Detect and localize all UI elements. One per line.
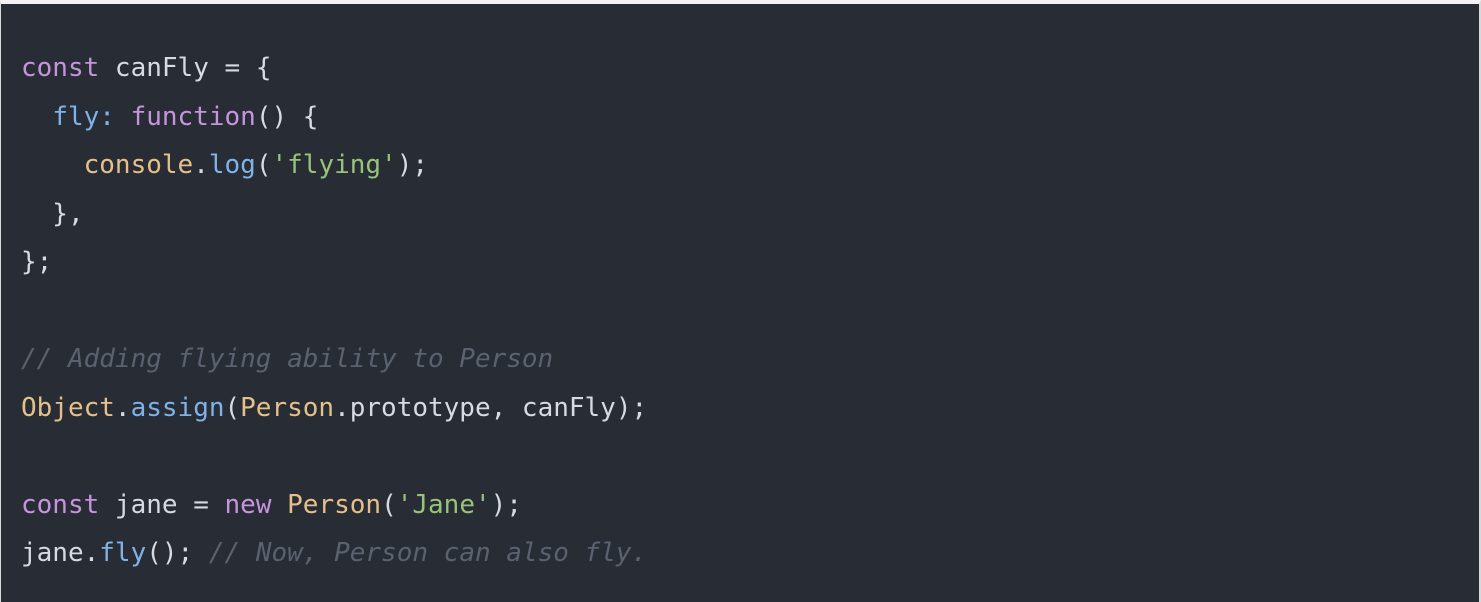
code-line: Object.assign(Person.prototype, canFly);: [21, 384, 647, 433]
code-token: };: [21, 247, 53, 277]
code-token: );: [490, 489, 522, 520]
code-token: .: [193, 150, 209, 180]
code-token: =: [224, 53, 241, 83]
code-token: Person: [287, 489, 382, 520]
code-token: 'flying': [271, 150, 397, 180]
code-token: console: [83, 150, 194, 180]
code-token: ();: [146, 538, 209, 568]
code-token: 'Jane': [396, 489, 491, 520]
code-token: );: [396, 150, 429, 180]
code-viewer-frame: const canFly = { fly: function() { conso…: [0, 0, 1481, 602]
code-token: const: [21, 489, 100, 520]
code-token: Object: [21, 392, 115, 423]
code-token: .prototype, canFly);: [334, 392, 648, 423]
code-token: },: [21, 198, 84, 229]
code-line: // Adding flying ability to Person: [21, 335, 647, 384]
code-token: () {: [255, 101, 319, 132]
code-token: Person: [240, 392, 335, 423]
code-token: (: [224, 392, 241, 423]
code-token: canFly: [99, 53, 225, 83]
code-line: },: [21, 190, 647, 239]
code-token: assign: [130, 392, 225, 423]
code-token: :: [99, 101, 131, 132]
code-token: function: [130, 101, 256, 132]
code-token: .: [114, 392, 131, 423]
code-token: jane: [99, 489, 194, 520]
code-line: jane.fly(); // Now, Person can also fly.: [21, 529, 647, 578]
code-token: jane: [21, 538, 84, 568]
code-token: =: [193, 489, 209, 520]
code-line: fly: function() {: [21, 93, 647, 142]
code-token: new: [224, 489, 272, 520]
code-token: (: [255, 150, 272, 180]
code-token: (: [381, 489, 397, 520]
code-token: fly: [52, 101, 100, 132]
code-token: .: [83, 538, 100, 568]
code-line: const canFly = {: [21, 44, 647, 93]
code-token: {: [240, 53, 272, 83]
code-line: const jane = new Person('Jane');: [21, 481, 647, 530]
code-token: // Adding flying ability to Person: [21, 344, 554, 374]
code-token: fly: [99, 538, 147, 568]
code-line: console.log('flying');: [21, 141, 647, 190]
code-token: // Now, Person can also fly.: [208, 538, 648, 568]
code-block: const canFly = { fly: function() { conso…: [21, 44, 647, 578]
code-token: log: [208, 150, 256, 180]
code-line: };: [21, 238, 647, 287]
code-token: const: [21, 53, 100, 83]
